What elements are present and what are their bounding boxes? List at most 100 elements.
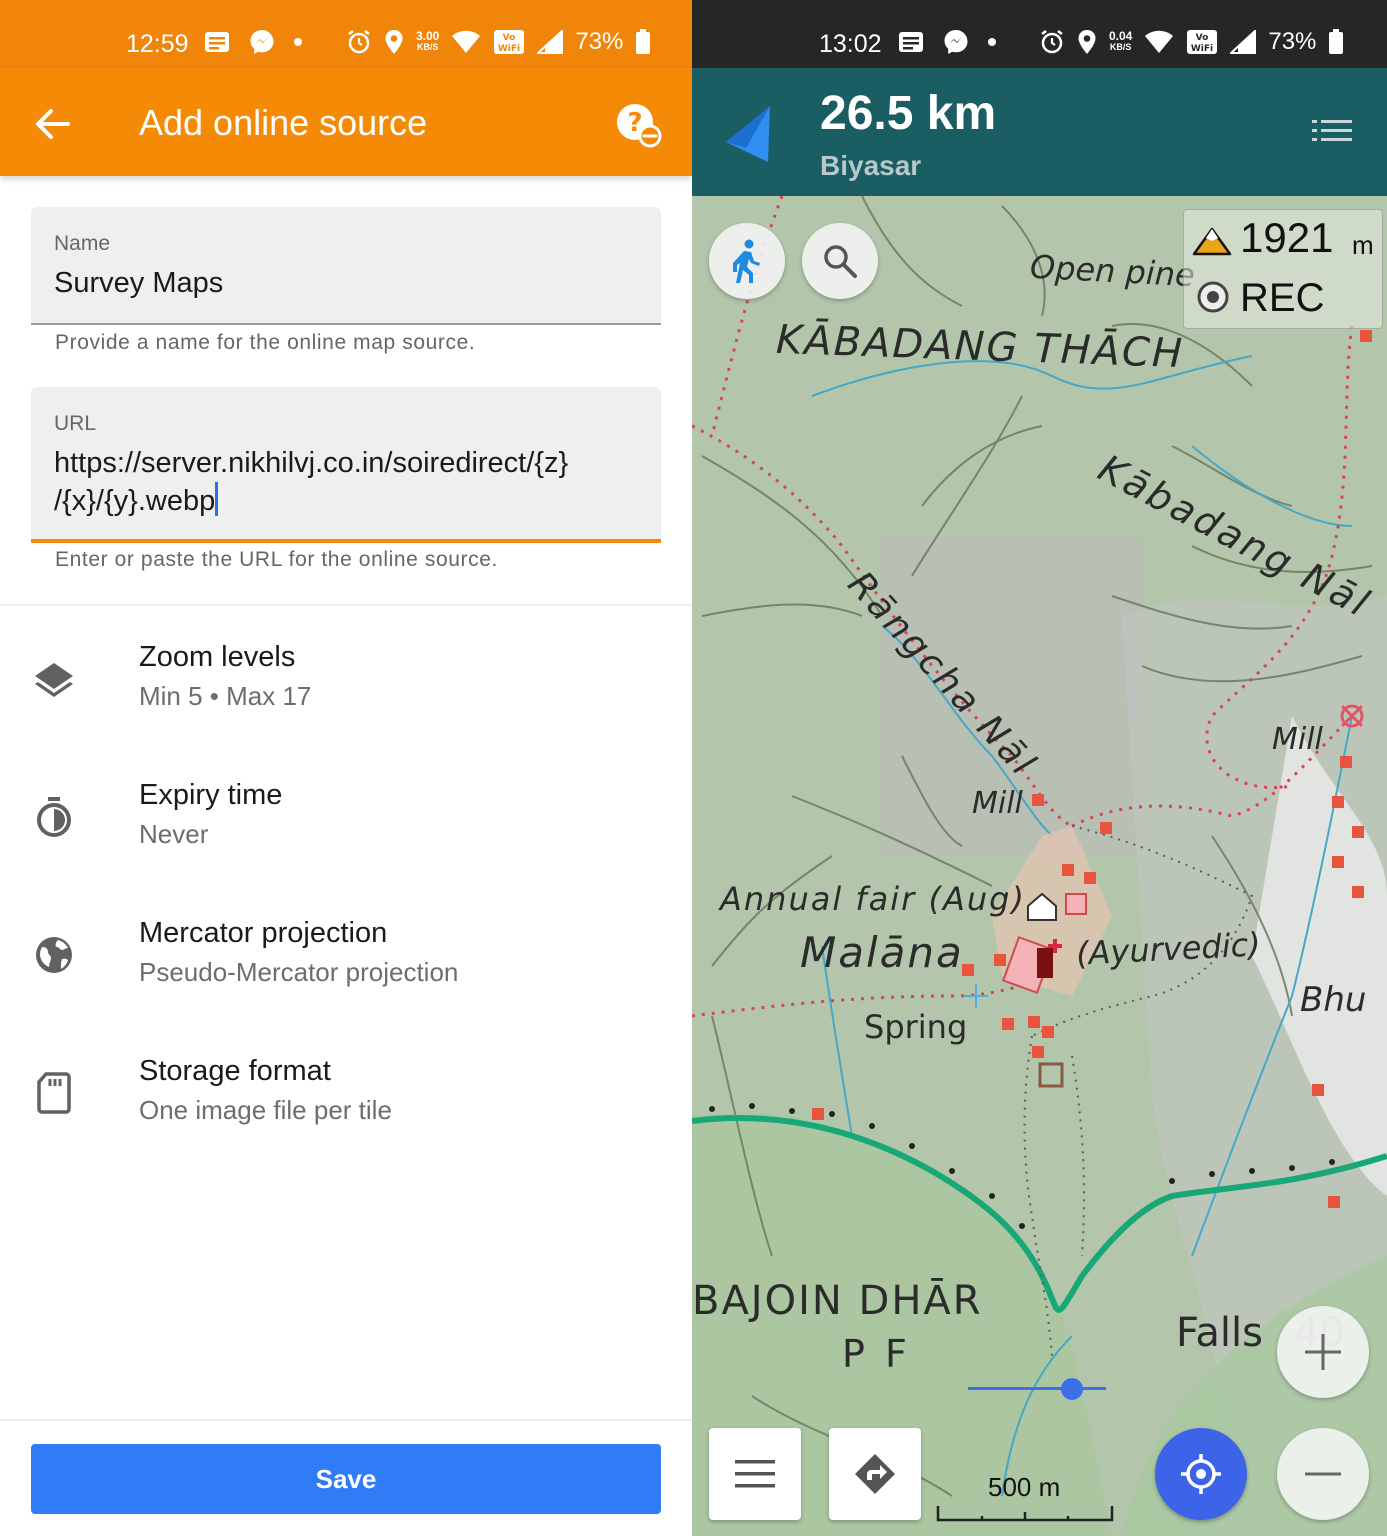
wifi-icon: [1145, 30, 1174, 53]
distance-to-destination: 26.5 km: [820, 87, 997, 140]
location-pin-icon: [1078, 30, 1096, 54]
battery-percent: 73%: [575, 28, 624, 55]
altitude-unit: m: [1352, 230, 1374, 260]
status-icons: [898, 28, 996, 56]
map-label-pf: P F: [842, 1332, 911, 1376]
setting-storage-format[interactable]: Storage format One image file per tile: [0, 1055, 692, 1175]
setting-title: Storage format: [139, 1055, 331, 1087]
alarm-icon: [1041, 30, 1063, 54]
setting-subtitle: Min 5 • Max 17: [139, 681, 312, 711]
map-label-mill: Mill: [972, 786, 1023, 821]
wifi-icon: [452, 30, 481, 53]
name-field[interactable]: Name Survey Maps: [31, 207, 661, 325]
altitude-value: 1921: [1240, 214, 1334, 261]
map-label-bhu: Bhu: [1300, 980, 1367, 1020]
record-icon: [1197, 281, 1229, 313]
section-divider: [0, 604, 692, 606]
speed-unit: KB/S: [416, 42, 439, 52]
menu-icon: [735, 1460, 775, 1488]
map-label-bajoin-dhar: BAJOIN DHĀR: [692, 1278, 983, 1324]
url-value-line-2: /{x}/{y}.webp: [54, 485, 216, 517]
my-location-button[interactable]: [1155, 1428, 1247, 1520]
name-field-helper: Provide a name for the online map source…: [55, 331, 476, 354]
mountain-icon: [1192, 227, 1232, 256]
vowifi-icon: VoWiFi: [1187, 30, 1218, 54]
map-label-mill: Mill: [1272, 722, 1323, 757]
scale-label: 500 m: [988, 1472, 1061, 1502]
setting-title: Expiry time: [139, 779, 283, 811]
map-label-malana: Malāna: [800, 928, 964, 977]
status-icons: [204, 28, 302, 56]
notification-icon: [205, 32, 229, 52]
back-button[interactable]: [30, 102, 74, 146]
url-field-value[interactable]: https://server.nikhilvj.co.in/soiredirec…: [54, 445, 568, 520]
zoom-slider-thumb[interactable]: [1060, 1378, 1083, 1400]
page-title: Add online source: [139, 102, 428, 143]
zoom-in-button[interactable]: [1277, 1306, 1369, 1398]
search-button[interactable]: [802, 223, 878, 299]
navigation-arrow-icon: [726, 106, 770, 162]
speed-value: 3.00: [416, 29, 440, 43]
status-right-icons: 0.04 KB/S Vo WiFi 73%: [1039, 28, 1344, 56]
app-bar: Add online source ?: [0, 68, 692, 176]
status-dot: [294, 38, 302, 46]
navigation-bar[interactable]: 26.5 km Biyasar: [692, 68, 1387, 196]
save-button[interactable]: Save: [31, 1444, 661, 1514]
alarm-icon: [348, 30, 370, 54]
map-view[interactable]: Open pine KĀBADANG THĀCH Kābadang Nāl Rā…: [692, 196, 1387, 1536]
notification-icon: [899, 32, 923, 52]
svg-text:WiFi: WiFi: [1191, 44, 1213, 54]
battery-icon: [636, 29, 651, 54]
walk-mode-button[interactable]: [709, 223, 785, 299]
altitude-panel[interactable]: 1921 m REC: [1183, 209, 1383, 329]
network-speed: 0.04 KB/S: [1109, 29, 1133, 53]
search-icon: [824, 245, 857, 278]
status-time: 13:02: [819, 30, 882, 58]
status-right-icons: 3.00 KB/S Vo WiFi 73%: [346, 28, 651, 56]
speed-value: 0.04: [1109, 29, 1133, 43]
setting-subtitle: Never: [139, 819, 209, 849]
destination-name: Biyasar: [820, 150, 922, 181]
help-button[interactable]: ?: [613, 100, 663, 150]
setting-title: Mercator projection: [139, 917, 388, 949]
status-bar: 13:02 0.04 KB/S Vo WiFi 73%: [692, 0, 1387, 68]
url-field[interactable]: URL https://server.nikhilvj.co.in/soired…: [31, 387, 661, 543]
my-location-icon: [1181, 1454, 1221, 1494]
setting-mercator-projection[interactable]: Mercator projection Pseudo-Mercator proj…: [0, 917, 692, 1037]
zoom-slider[interactable]: [968, 1378, 1106, 1400]
map-navigation-screen: 13:02 0.04 KB/S Vo WiFi 73% 26.5 km Biyasa…: [692, 0, 1387, 1536]
list-icon[interactable]: [1312, 118, 1352, 144]
battery-icon: [1329, 29, 1344, 54]
sd-card-icon: [37, 1072, 71, 1114]
scale-bar: [936, 1506, 1114, 1522]
walk-icon: [733, 239, 760, 283]
network-speed: 3.00 KB/S: [416, 29, 440, 53]
url-field-label: URL: [54, 412, 97, 435]
recording-label: REC: [1240, 276, 1325, 320]
zoom-slider-track: [968, 1387, 1106, 1390]
name-field-label: Name: [54, 232, 111, 255]
speed-unit: KB/S: [1109, 42, 1132, 52]
setting-expiry-time[interactable]: Expiry time Never: [0, 779, 692, 899]
setting-subtitle: One image file per tile: [139, 1095, 392, 1125]
url-value-line-1: https://server.nikhilvj.co.in/soiredirec…: [54, 447, 569, 479]
directions-button[interactable]: [829, 1428, 921, 1520]
setting-zoom-levels[interactable]: Zoom levels Min 5 • Max 17: [0, 641, 692, 761]
timer-icon: [37, 797, 71, 837]
directions-icon: [855, 1454, 895, 1494]
footer-divider: [0, 1419, 692, 1421]
name-field-value[interactable]: Survey Maps: [54, 265, 223, 302]
signal-icon: [537, 30, 564, 54]
signal-icon: [1230, 30, 1257, 54]
zoom-out-button[interactable]: [1277, 1428, 1369, 1520]
status-time: 12:59: [126, 30, 189, 58]
plus-icon: [1305, 1334, 1341, 1370]
map-label-annual-fair: Annual fair (Aug): [720, 880, 1026, 918]
messenger-icon: [944, 30, 968, 54]
help-link-icon: ?: [617, 104, 662, 148]
setting-subtitle: Pseudo-Mercator projection: [139, 957, 459, 987]
add-online-source-screen: 12:59 3.00 KB/S Vo WiFi 73% Add online s…: [0, 0, 692, 1536]
menu-button[interactable]: [709, 1428, 801, 1520]
location-pin-icon: [385, 30, 403, 54]
globe-icon: [36, 937, 72, 973]
